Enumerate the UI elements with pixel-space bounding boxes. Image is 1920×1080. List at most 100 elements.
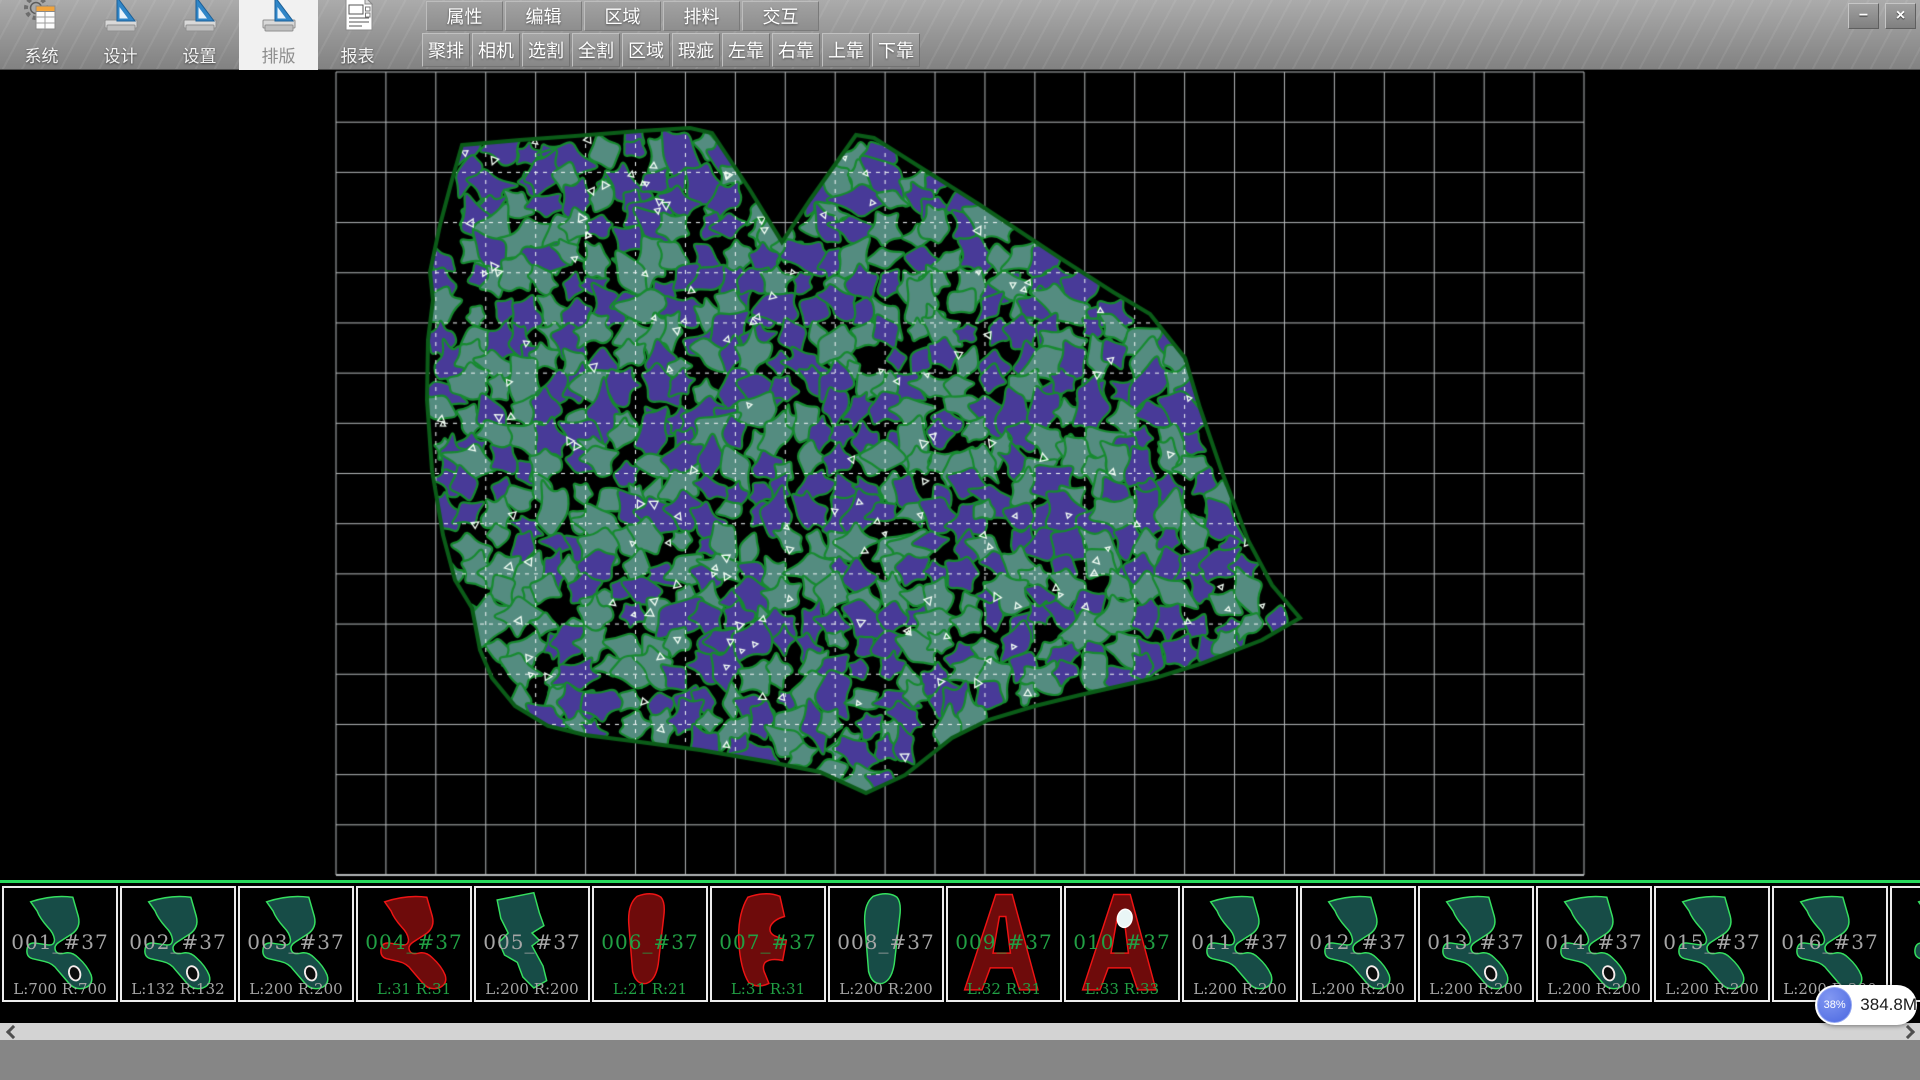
chevron-right-icon <box>1900 1024 1914 1038</box>
part-lr-label: L:31 R:31 <box>358 980 470 998</box>
window-controls: − × <box>1848 3 1916 29</box>
part-thumbnail-001_#37[interactable]: 001_#37 L:700 R:700 <box>2 886 118 1002</box>
part-thumbnail-004_#37[interactable]: 004_#37 L:31 R:31 <box>356 886 472 1002</box>
scroll-left-button[interactable] <box>0 1023 22 1040</box>
nav-tab-设置[interactable]: 设置 <box>160 0 239 70</box>
tool-button-右靠[interactable]: 右靠 <box>772 33 820 67</box>
toolbar: 聚排相机选割全割区域瑕疵左靠右靠上靠下靠 <box>422 33 920 67</box>
tool-button-全割[interactable]: 全割 <box>572 33 620 67</box>
part-thumbnail-013_#37[interactable]: 013_#37 L:200 R:200 <box>1418 886 1534 1002</box>
part-id-label: 005_#37 <box>476 930 588 954</box>
report-icon <box>337 0 379 42</box>
nav-tab-报表[interactable]: 报表 <box>318 0 397 70</box>
tool-button-下靠[interactable]: 下靠 <box>872 33 920 67</box>
part-id-label: 014_#37 <box>1538 930 1650 954</box>
scroll-right-button[interactable] <box>1898 1023 1920 1040</box>
memory-percent-indicator: 38% <box>1817 987 1852 1023</box>
part-thumbnail-015_#37[interactable]: 015_#37 L:200 R:200 <box>1654 886 1770 1002</box>
part-lr-label: L:33 R:33 <box>1066 980 1178 998</box>
part-id-label: 002_#37 <box>122 930 234 954</box>
nav-tab-系统[interactable]: 系统 <box>2 0 81 70</box>
status-bar <box>0 1040 1920 1080</box>
nesting-canvas-area[interactable] <box>0 70 1920 880</box>
nav-tab-设计[interactable]: 设计 <box>81 0 160 70</box>
tool-button-上靠[interactable]: 上靠 <box>822 33 870 67</box>
part-lr-label: L:200 R:200 <box>1656 980 1768 998</box>
part-id-label: 015_#37 <box>1656 930 1768 954</box>
menu-bar: 属性编辑区域排料交互 <box>426 1 819 31</box>
part-thumbnail-014_#37[interactable]: 014_#37 L:200 R:200 <box>1536 886 1652 1002</box>
part-lr-label: L:132 R:132 <box>122 980 234 998</box>
part-lr-label: L:200 R:200 <box>830 980 942 998</box>
part-lr-label: L:700 R:700 <box>4 980 116 998</box>
part-thumbnail-007_#37[interactable]: 007_#37 L:31 R:31 <box>710 886 826 1002</box>
ruler-icon <box>179 0 221 42</box>
part-id-label: 003_#37 <box>240 930 352 954</box>
part-id-label: 004_#37 <box>358 930 470 954</box>
nav-tab-label: 设计 <box>104 42 138 67</box>
part-shape <box>1896 889 1920 999</box>
ruler-icon <box>258 0 300 36</box>
tool-button-选割[interactable]: 选割 <box>522 33 570 67</box>
part-id-label: 016_#37 <box>1774 930 1886 954</box>
part-thumbnail-008_#37[interactable]: 008_#37 L:200 R:200 <box>828 886 944 1002</box>
nav-tab-label: 设置 <box>183 42 217 67</box>
menu-item-区域[interactable]: 区域 <box>584 1 661 31</box>
gear-icon <box>21 0 63 42</box>
gear-icon <box>21 0 63 36</box>
close-button[interactable]: × <box>1885 3 1916 29</box>
menu-item-编辑[interactable]: 编辑 <box>505 1 582 31</box>
part-thumbnail-011_#37[interactable]: 011_#37 L:200 R:200 <box>1182 886 1298 1002</box>
nav-tab-label: 排版 <box>262 42 296 67</box>
app-nav-tabs: 系统 设计 设置 排版 报表 <box>2 0 397 70</box>
part-thumbnail-012_#37[interactable]: 012_#37 L:200 R:200 <box>1300 886 1416 1002</box>
part-id-label: 001_#37 <box>4 930 116 954</box>
part-id-label: 011_#37 <box>1184 930 1296 954</box>
part-id-label: 012_#37 <box>1302 930 1414 954</box>
ruler-icon <box>100 0 142 36</box>
part-thumbnail-002_#37[interactable]: 002_#37 L:132 R:132 <box>120 886 236 1002</box>
part-lr-label: L:200 R:200 <box>1538 980 1650 998</box>
horizontal-scrollbar[interactable] <box>0 1023 1920 1040</box>
part-lr-label: L:200 R:200 <box>1184 980 1296 998</box>
part-lr-label: L:200 R:200 <box>1302 980 1414 998</box>
part-thumbnail-005_#37[interactable]: 005_#37 L:200 R:200 <box>474 886 590 1002</box>
tool-button-区域[interactable]: 区域 <box>622 33 670 67</box>
tool-button-聚排[interactable]: 聚排 <box>422 33 470 67</box>
report-icon <box>337 0 379 36</box>
titlebar: 系统 设计 设置 排版 报表 属性编辑区域排料交互 聚排相机选割全割区域瑕疵左靠… <box>0 0 1920 70</box>
part-id-label: 008_#37 <box>830 930 942 954</box>
part-lr-label: L:200 R:200 <box>240 980 352 998</box>
minimize-button[interactable]: − <box>1848 3 1879 29</box>
nav-tab-label: 系统 <box>25 42 59 67</box>
part-lr-label: L:21 R:21 <box>594 980 706 998</box>
menu-item-排料[interactable]: 排料 <box>663 1 740 31</box>
nav-tab-排版[interactable]: 排版 <box>239 0 318 70</box>
parts-strip: 001_#37L:700 R:700002_#37L:132 R:132003_… <box>0 880 1920 1023</box>
tool-button-瑕疵[interactable]: 瑕疵 <box>672 33 720 67</box>
part-thumbnail-003_#37[interactable]: 003_#37 L:200 R:200 <box>238 886 354 1002</box>
chevron-left-icon <box>5 1024 19 1038</box>
part-lr-label: L:200 R:200 <box>1420 980 1532 998</box>
memory-size-label: 384.8M <box>1860 995 1917 1015</box>
part-thumbnail-009_#37[interactable]: 009_#37 L:32 R:31 <box>946 886 1062 1002</box>
part-lr-label: L:32 R:31 <box>948 980 1060 998</box>
ruler-icon <box>100 0 142 42</box>
part-id-label: 010_#37 <box>1066 930 1178 954</box>
part-thumbnail-010_#37[interactable]: 010_#37 L:33 R:33 <box>1064 886 1180 1002</box>
part-id-label: 009_#37 <box>948 930 1060 954</box>
nav-tab-label: 报表 <box>341 42 375 67</box>
part-lr-label: L:200 R:200 <box>476 980 588 998</box>
part-thumbnail-006_#37[interactable]: 006_#37L:21 R:21 <box>592 886 708 1002</box>
tool-button-相机[interactable]: 相机 <box>472 33 520 67</box>
part-id-label: 007_#37 <box>712 930 824 954</box>
ruler-icon <box>179 0 221 36</box>
ruler-icon <box>258 0 300 42</box>
part-id-label: 013_#37 <box>1420 930 1532 954</box>
nesting-canvas[interactable] <box>0 70 1920 880</box>
tool-button-左靠[interactable]: 左靠 <box>722 33 770 67</box>
memory-badge[interactable]: 38% 384.8M <box>1815 985 1917 1025</box>
menu-item-交互[interactable]: 交互 <box>742 1 819 31</box>
menu-item-属性[interactable]: 属性 <box>426 1 503 31</box>
part-lr-label: L:31 R:31 <box>712 980 824 998</box>
